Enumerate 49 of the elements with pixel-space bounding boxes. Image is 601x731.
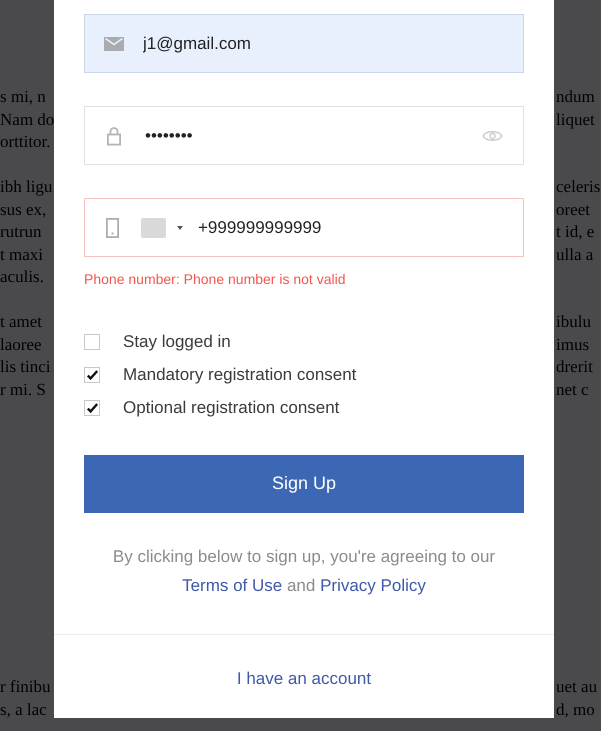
background-text-fragment: net c [556, 380, 589, 398]
checkbox[interactable] [84, 366, 100, 382]
envelope-icon [104, 36, 124, 50]
phone-field[interactable]: +999999999999 [84, 198, 524, 257]
background-text-fragment: celeris [556, 177, 600, 196]
background-text-fragment: t amet [0, 312, 42, 331]
background-text-fragment: t id, e [556, 222, 594, 241]
caret-icon [177, 226, 183, 230]
country-selector[interactable] [141, 218, 183, 238]
background-text-fragment: liquet [556, 110, 595, 128]
terms-link[interactable]: Privacy Policy [320, 576, 426, 594]
flag-placeholder-icon [141, 218, 166, 238]
background-text-fragment: laoree [0, 334, 42, 354]
lock-icon [107, 126, 121, 145]
checkbox-label: Optional registration consent [123, 396, 340, 419]
checkbox-label: Stay logged in [123, 330, 231, 353]
checkbox-label: Mandatory registration consent [123, 364, 356, 386]
background-text-fragment: s mi, n [0, 87, 46, 106]
background-text-fragment: r finibu [0, 677, 51, 696]
background-text-fragment: Nam do [0, 110, 54, 128]
background-text-fragment: ibulu [556, 312, 591, 331]
background-text-fragment: uet au [556, 677, 598, 696]
sign-up-button[interactable]: Sign Up [84, 454, 524, 512]
phone-icon [106, 218, 119, 238]
check-icon [86, 402, 98, 412]
background-text-fragment: imus [556, 334, 590, 354]
terms-link[interactable]: Terms of Use [182, 576, 282, 594]
background-text-fragment: aculis. [0, 267, 44, 286]
background-text-fragment: s, a lac [0, 700, 47, 718]
background-text-fragment: r mi. S [0, 380, 46, 398]
account-link[interactable]: I have an account [236, 668, 372, 688]
background-text-fragment: rutrun [0, 222, 42, 241]
terms-text: By clicking below to sign up, you're agreeing to our Terms of Use and Privacy Policy [112, 546, 496, 596]
background-text-fragment: t maxi [0, 244, 43, 264]
checkbox[interactable] [84, 334, 100, 350]
background-text-fragment: orttitor. [0, 132, 51, 151]
background-text-fragment: drerit [556, 357, 593, 376]
password-field[interactable]: •••••••• [84, 106, 524, 165]
check-icon [86, 370, 98, 380]
background-text-fragment: lis tinci [0, 357, 51, 376]
eye-icon[interactable] [482, 129, 503, 142]
background-text-fragment: oreet [556, 200, 590, 218]
checkbox[interactable] [84, 400, 100, 416]
background-text-fragment: ibh ligu [0, 177, 52, 196]
error-message: Phone number: Phone number is not valid [84, 270, 346, 289]
background-text-fragment: ulla a [556, 244, 594, 264]
background-text-fragment: sus ex, [0, 200, 46, 218]
background-text-fragment: ndum [556, 87, 595, 106]
background-text-fragment: d, mo [556, 700, 595, 718]
